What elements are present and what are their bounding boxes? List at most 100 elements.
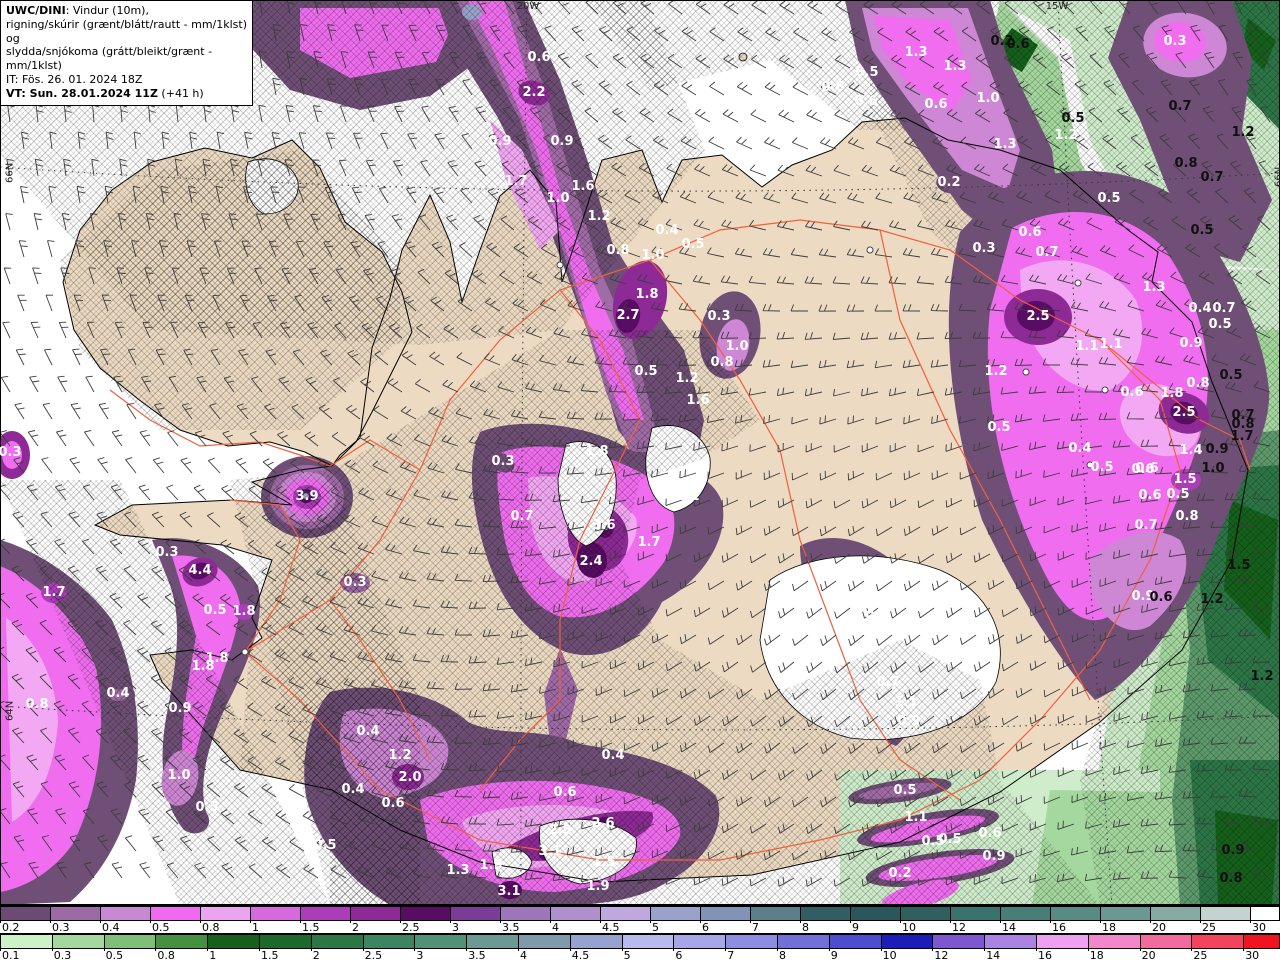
legend-color-segment <box>0 934 53 949</box>
town-marker <box>1074 279 1082 287</box>
precip-value-label: 0.5 <box>1097 190 1121 206</box>
legend-tick-mark <box>1000 920 1001 923</box>
legend-tick-mark <box>103 948 105 951</box>
precip-value-label: 0.9 <box>1221 842 1245 858</box>
precip-value-label: 0.4 <box>1188 300 1212 316</box>
precip-value-label: 0.4 <box>601 747 625 763</box>
precip-value-label: 1.8 <box>585 443 609 459</box>
legend-tick-mark <box>466 948 468 951</box>
legend-color-segment <box>700 906 751 921</box>
legend-tick-mark <box>1050 920 1051 923</box>
precip-value-label: 0.8 <box>1174 155 1198 171</box>
legend-tick-mark <box>850 920 851 923</box>
legend-color-segment <box>50 906 101 921</box>
legend-color-segment <box>518 934 571 949</box>
graticule-label: 64N <box>4 700 16 721</box>
precip-value-label: 1.6 <box>571 178 595 194</box>
precip-value-label: 0.7 <box>1200 169 1224 185</box>
precip-value-label: 0.5 <box>195 799 219 815</box>
info-line-5: VT: Sun. 28.01.2024 11Z (+41 h) <box>6 86 204 100</box>
precip-value-label: 1.8 <box>1160 385 1184 401</box>
precip-value-label: 2.2 <box>522 84 546 100</box>
legend-color-segment <box>150 906 201 921</box>
precip-value-label: 0.9 <box>550 133 574 149</box>
legend-tick-label: 6 <box>675 949 683 960</box>
legend-tick-label: 12 <box>934 949 949 960</box>
precip-value-label: 0.4 <box>106 685 130 701</box>
legend-color-segment <box>207 934 260 949</box>
legend-color-segment <box>932 934 986 949</box>
legend-tick-label: 1 <box>209 949 217 960</box>
precip-value-label: 3.1 <box>497 883 521 899</box>
info-line-3: slydda/snjókoma (grátt/bleikt/grænt - mm… <box>6 45 213 73</box>
legend-tick-label: 30 <box>1245 949 1260 960</box>
precip-value-label: 3.6 <box>592 517 616 533</box>
legend-tick-mark <box>569 948 571 951</box>
legend-tick-mark <box>1150 920 1151 923</box>
precip-value-label: 1.1 <box>676 488 700 504</box>
precip-value-label: 0.5 <box>893 782 917 798</box>
precip-value-label: 1.0 <box>546 190 570 206</box>
legend-tick-mark <box>400 920 401 923</box>
legend-tick-mark <box>828 948 830 951</box>
legend-color-segment <box>200 906 251 921</box>
legend-tick-mark <box>200 920 201 923</box>
legend-tick-mark <box>600 920 601 923</box>
legend-tick-label: 3.5 <box>468 949 486 960</box>
precip-value-label: 0.6 <box>527 49 551 65</box>
legend-tick-label: 14 <box>986 949 1001 960</box>
precip-value-label: 0.4 <box>341 781 365 797</box>
precip-value-label: 0.5 <box>987 419 1011 435</box>
legend-tick-mark <box>207 948 209 951</box>
precip-value-label: 3.9 <box>295 488 319 504</box>
legend-tick-mark <box>1036 948 1037 951</box>
precip-value-label: 0.5 <box>681 236 705 252</box>
legend-tick-mark <box>800 920 801 923</box>
legend-color-segment <box>569 934 623 949</box>
precip-value-label: 0.6 <box>1120 384 1144 400</box>
legend-tick-mark <box>0 948 1 951</box>
precip-value-label: 0.3 <box>972 240 996 256</box>
legend-color-segment <box>1000 906 1051 921</box>
precip-value-label: 1.4 <box>1179 442 1203 458</box>
legend-tick-mark <box>880 948 882 951</box>
legend-tick-mark <box>750 920 751 923</box>
precip-value-label: 2.5 <box>1026 308 1050 324</box>
legend-color-segment <box>310 934 364 949</box>
precip-value-label: 0.4 <box>1068 440 1092 456</box>
precip-value-label: 0.8 <box>1175 508 1199 524</box>
precip-value-label: 1.2 <box>984 363 1008 379</box>
legend-tick-mark <box>310 948 312 951</box>
legend-color-segment <box>880 934 934 949</box>
legend-color-segment <box>51 934 105 949</box>
precip-value-label: 0.5 <box>1219 367 1243 383</box>
precip-value-label: 0.3 <box>155 544 179 560</box>
precip-value-label: 1.2 <box>587 208 611 224</box>
precip-value-label: 0.5 <box>1190 222 1214 238</box>
precip-value-label: 1.0 <box>167 767 191 783</box>
legend-tick-mark <box>0 920 1 923</box>
precip-value-label: 0.3 <box>491 453 515 469</box>
legend-tick-mark <box>900 920 901 923</box>
precip-value-label: 1.8 <box>635 286 659 302</box>
precip-value-label: 0.9 <box>897 713 921 729</box>
legend-tick-label: 7 <box>727 949 735 960</box>
legend-tick-mark <box>550 920 551 923</box>
town-marker <box>556 261 564 269</box>
rain-colorbar-labels: 0.1 0.3 0.5 0.8 1 1.5 2 2.5 3 3.5 4 4.5 5 6 7 8 9 10 12 14 1… <box>0 948 1280 960</box>
precip-value-label: 0.5 <box>203 602 227 618</box>
legend-tick-mark <box>1087 948 1089 951</box>
precip-value-label: 1.2 <box>1200 591 1224 607</box>
weather-map-screenshot: 0.6 2.2 0.9 0.9 1.7 1.6 1.0 1.2 0.4 0.5 0.8 1.0 1.8 2… <box>0 0 1280 960</box>
legend-color-segment <box>673 934 727 949</box>
precip-value-label: 0.6 <box>924 96 948 112</box>
legend-tick-label: 8 <box>779 949 786 960</box>
legend-color-segment <box>466 934 519 949</box>
precip-value-label: 0.7 <box>1035 244 1059 260</box>
precip-value-label: 0.5 <box>938 831 962 847</box>
legend-color-segment <box>1036 934 1089 949</box>
legend-tick-mark <box>414 948 416 951</box>
legend-color-segment <box>950 906 1001 921</box>
forecast-map: 0.6 2.2 0.9 0.9 1.7 1.6 1.0 1.2 0.4 0.5 0.8 1.0 1.8 2… <box>0 0 1280 906</box>
precip-value-label: 1.2 <box>1231 124 1255 140</box>
